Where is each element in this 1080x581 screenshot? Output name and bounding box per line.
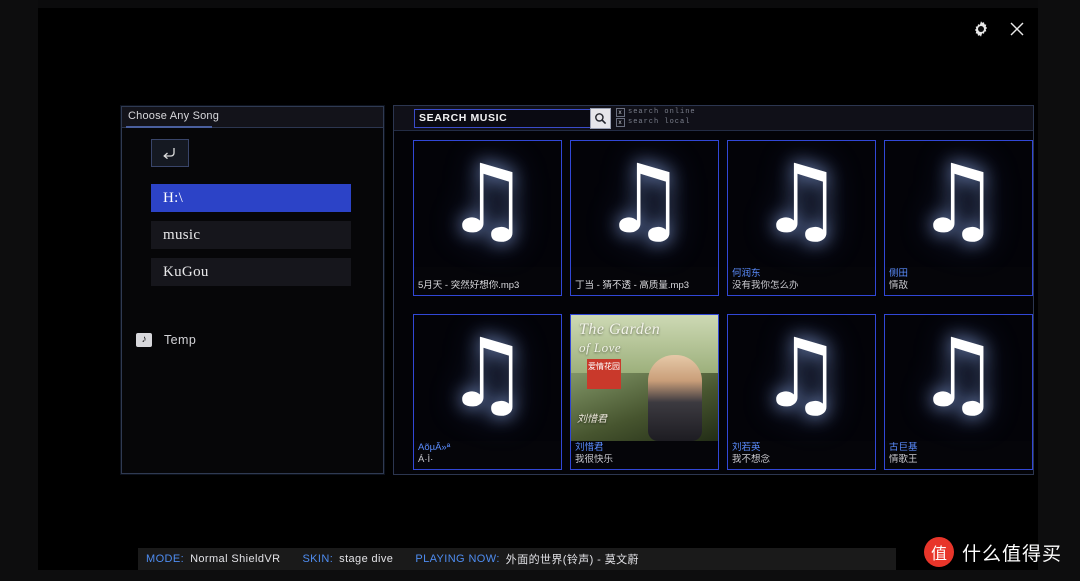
card-meta: AõµÂ»ª Á·Ì· [418,442,557,466]
album-art-photo: The Garden of Love 爱情花园 刘惜君 [571,315,718,441]
album-art: ♫ [571,141,718,267]
status-playing-value: 外面的世界(铃声) - 莫文蔚 [505,554,639,566]
card-meta: 何润东 没有我你怎么办 [732,268,871,292]
album-art: ♫ [885,315,1032,441]
checkbox-icon[interactable]: x [616,117,625,127]
status-skin-key: SKIN: [302,553,334,565]
checkbox-icon[interactable]: x [616,107,625,117]
card-subtitle: Á·Ì· [418,454,434,465]
search-input[interactable] [414,109,594,128]
gear-icon[interactable] [970,18,992,40]
watermark-badge: 值 [923,537,954,567]
music-note-icon: ♫ [915,318,1002,429]
card-subtitle: 我不想念 [732,454,771,465]
card-subtitle: 没有我你怎么办 [732,280,799,291]
card-meta: 刘若英 我不想念 [732,442,871,466]
music-card[interactable]: ♫ 丁当 - 猜不透 - 高质量.mp3 [570,140,719,296]
music-card[interactable]: ♫ 侧田 情敌 [884,140,1033,296]
search-online-label: search online [628,108,696,116]
card-meta: 侧田 情敌 [889,268,1028,292]
choose-song-header: Choose Any Song [122,107,383,128]
watermark: 值 什么值得买 [923,537,1062,567]
search-local-option[interactable]: x search local [616,117,696,127]
close-icon[interactable] [1006,18,1028,40]
album-art: ♫ [414,141,561,267]
album-art: ♫ [728,141,875,267]
card-subtitle: 情敌 [889,280,909,291]
status-playing-key: PLAYING NOW: [415,553,500,565]
music-browser-panel: x search online x search local ♫ 5月天 - 突… [393,105,1034,475]
card-title: AõµÂ»ª [418,442,451,453]
music-note-icon: ♫ [758,144,845,255]
choose-song-panel: Choose Any Song H:\ music KuGou ♪ Temp [121,106,384,474]
search-bar: x search online x search local [394,106,1033,131]
card-title: 古巨基 [889,442,918,453]
card-title: 丁当 - 猜不透 - 高质量.mp3 [575,280,690,291]
search-icon[interactable] [590,108,611,129]
choose-song-body: H:\ music KuGou ♪ Temp [122,128,383,472]
watermark-text: 什么值得买 [961,542,1062,565]
status-skin-value: stage dive [339,553,394,565]
status-bar: MODE: Normal ShieldVR SKIN: stage dive P… [138,548,896,570]
album-art-caption: 刘惜君 [577,414,607,425]
path-item-music[interactable]: music [151,221,351,249]
card-title: 5月天 - 突然好想你.mp3 [418,280,520,291]
music-card[interactable]: ♫ 5月天 - 突然好想你.mp3 [413,140,562,296]
music-card[interactable]: ♫ 何润东 没有我你怎么办 [727,140,876,296]
music-card-grid: ♫ 5月天 - 突然好想你.mp3 ♫ 丁当 - 猜不透 - 高质量.mp3 ♫ [394,131,1033,480]
album-art: ♫ [885,141,1032,267]
window-controls [970,18,1028,40]
player-stage: Choose Any Song H:\ music KuGou ♪ Temp S… [38,8,1038,570]
list-item[interactable]: ♪ Temp [136,328,366,352]
status-mode-key: MODE: [146,553,185,565]
card-meta: 5月天 - 突然好想你.mp3 [418,280,557,292]
card-title: 刘若英 [732,442,761,453]
album-art-script: The Garden of Love [579,321,661,355]
folder-label: Temp [164,333,197,347]
card-subtitle: 情歌王 [889,454,918,465]
status-mode-value: Normal ShieldVR [190,553,281,565]
path-item-kugou[interactable]: KuGou [151,258,351,286]
music-note-icon: ♫ [444,318,531,429]
music-card[interactable]: The Garden of Love 爱情花园 刘惜君 刘惜君 我很快乐 [570,314,719,470]
music-note-icon: ♫ [915,144,1002,255]
path-item-drive[interactable]: H:\ [151,184,351,212]
card-meta: 古巨基 情歌王 [889,442,1028,466]
card-meta: 刘惜君 我很快乐 [575,442,714,466]
album-art: ♫ [414,315,561,441]
music-note-icon: ♫ [444,144,531,255]
card-title: 刘惜君 [575,442,604,453]
card-title: 侧田 [889,268,909,279]
path-list: H:\ music KuGou [151,184,351,295]
music-note-icon: ♫ [758,318,845,429]
search-online-option[interactable]: x search online [616,107,696,117]
folder-list: ♪ Temp [136,328,366,352]
album-art-badge: 爱情花园 [587,359,621,389]
photo-figure [648,355,702,441]
letterbox-bottom [0,570,1080,581]
music-note-icon: ♫ [601,144,688,255]
music-card[interactable]: ♫ 刘若英 我不想念 [727,314,876,470]
search-mode-options: x search online x search local [616,107,696,127]
back-arrow-icon[interactable] [151,139,189,167]
app-root: Choose Any Song H:\ music KuGou ♪ Temp S… [0,0,1080,581]
music-card[interactable]: ♫ 古巨基 情歌王 [884,314,1033,470]
card-title: 何润东 [732,268,761,279]
card-subtitle: 我很快乐 [575,454,614,465]
letterbox-right [1038,0,1080,581]
letterbox-left [0,0,38,581]
panel-title: Choose Any Song [128,110,220,122]
search-local-label: search local [628,118,691,126]
album-art: ♫ [728,315,875,441]
music-card[interactable]: ♫ AõµÂ»ª Á·Ì· [413,314,562,470]
music-folder-icon: ♪ [136,333,152,347]
card-meta: 丁当 - 猜不透 - 高质量.mp3 [575,280,714,292]
